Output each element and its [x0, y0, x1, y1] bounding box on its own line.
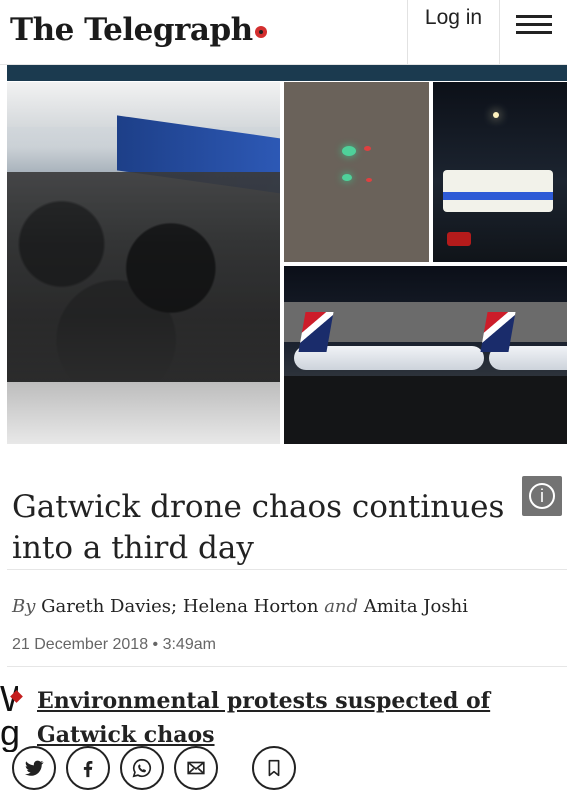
bookmark-button[interactable]: [252, 746, 296, 790]
poppy-icon: [254, 25, 267, 38]
whatsapp-share-button[interactable]: [120, 746, 164, 790]
article-byline: By Gareth Davies; Helena Horton and Amit…: [12, 596, 468, 617]
author-link[interactable]: Amita Joshi: [364, 596, 468, 617]
whatsapp-icon: [132, 758, 152, 778]
masthead-logo[interactable]: The Telegraph: [10, 12, 267, 48]
login-button[interactable]: Log in: [407, 0, 500, 64]
author-link[interactable]: Helena Horton: [183, 596, 319, 617]
divider: [7, 666, 567, 667]
nav-bar: [7, 65, 567, 81]
related-article-link[interactable]: Environmental protests suspected of Gatw…: [37, 684, 537, 752]
login-label: Log in: [424, 6, 483, 29]
article-date: 21 December 2018 • 3:49am: [12, 636, 216, 653]
site-header: The Telegraph Log in: [0, 0, 567, 65]
article-headline: Gatwick drone chaos continues into a thi…: [12, 488, 505, 566]
author-link[interactable]: Gareth Davies: [41, 596, 171, 617]
hamburger-icon[interactable]: [512, 10, 556, 40]
photo-airport-police: [433, 82, 567, 262]
photo-collage: i: [7, 82, 567, 516]
divider: [7, 569, 567, 570]
share-bar: [12, 746, 296, 790]
facebook-icon: [83, 761, 93, 778]
facebook-share-button[interactable]: [66, 746, 110, 790]
photo-terminal-crowd: [7, 82, 280, 444]
twitter-icon: [25, 760, 44, 776]
email-share-button[interactable]: [174, 746, 218, 790]
photo-grounded-planes: [284, 266, 567, 444]
email-icon: [187, 761, 205, 775]
bookmark-icon: [268, 759, 280, 777]
twitter-share-button[interactable]: [12, 746, 56, 790]
photo-drone-lights: [284, 82, 429, 262]
